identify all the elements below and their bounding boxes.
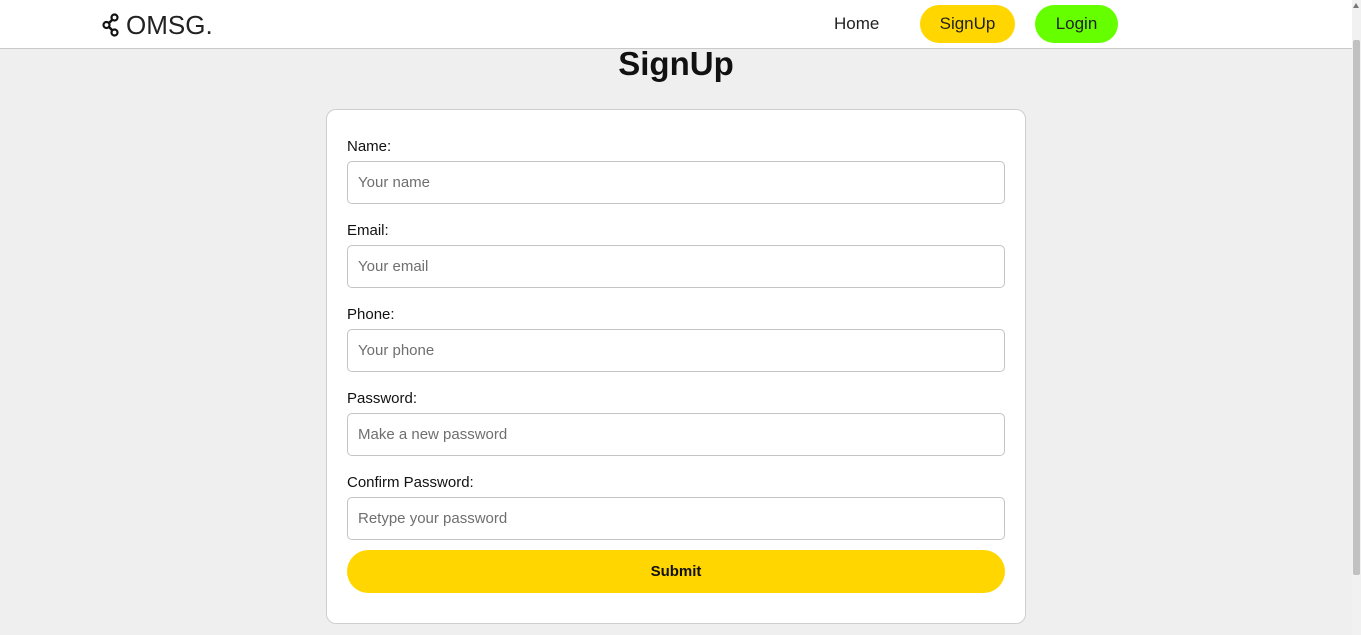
nav-login-button[interactable]: Login (1035, 5, 1118, 43)
brand-logo[interactable]: OMSG. (102, 9, 213, 41)
page-title: SignUp (618, 45, 734, 82)
email-label: Email: (347, 222, 389, 239)
password-label: Password: (347, 390, 418, 407)
nav-home-link[interactable]: Home (834, 14, 879, 34)
signup-form-card: Name: Email: Phone: Password: Confirm Pa… (326, 109, 1026, 624)
nav-signup-button[interactable]: SignUp (920, 5, 1015, 43)
phone-label: Phone: (347, 306, 395, 323)
password-input[interactable] (347, 413, 1005, 456)
name-label: Name: (347, 138, 392, 155)
scroll-up-arrow-icon[interactable] (1353, 3, 1359, 8)
share-icon (102, 13, 119, 37)
page-scrollbar[interactable] (1352, 0, 1361, 635)
email-input[interactable] (347, 245, 1005, 288)
top-navbar: OMSG. Home SignUp Login (0, 0, 1352, 49)
confirm-password-input[interactable] (347, 497, 1005, 540)
name-input[interactable] (347, 161, 1005, 204)
brand-name: OMSG. (126, 9, 213, 40)
confirm-password-label: Confirm Password: (347, 474, 474, 491)
submit-button[interactable]: Submit (347, 550, 1005, 593)
scrollbar-thumb[interactable] (1353, 40, 1360, 575)
phone-input[interactable] (347, 329, 1005, 372)
